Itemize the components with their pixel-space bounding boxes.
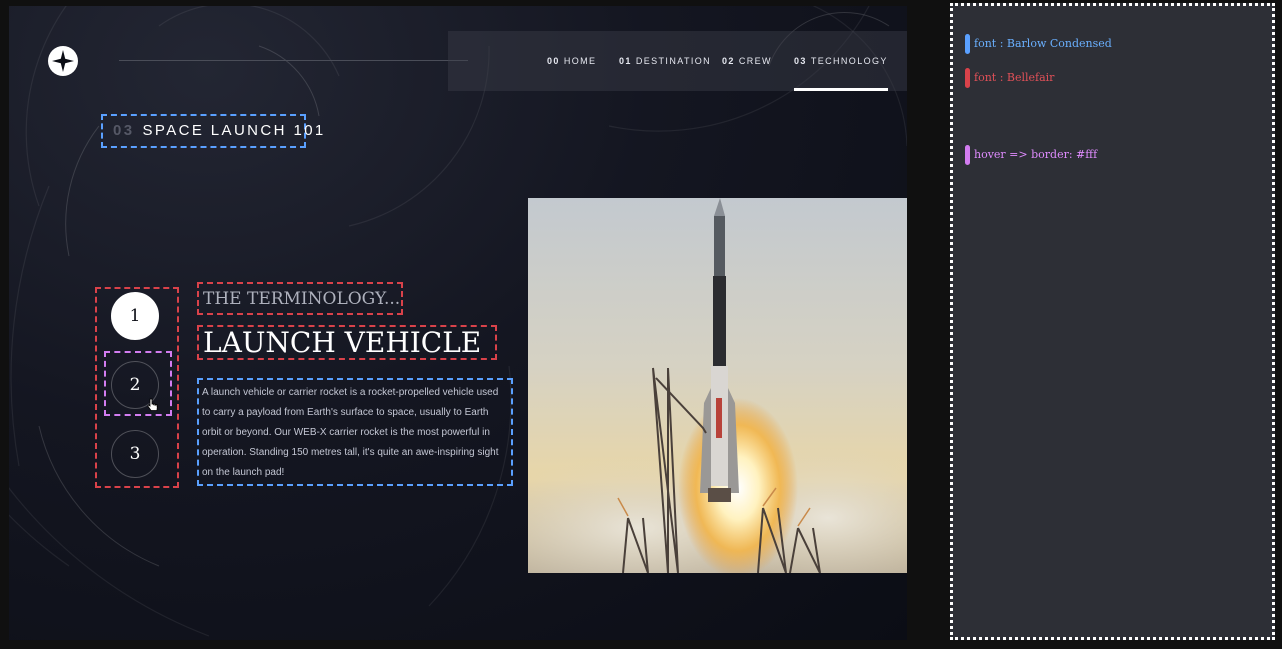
slide-button-1[interactable]: 1 [111,292,159,340]
nav-item-destination[interactable]: 01 DESTINATION [619,31,711,91]
note-marker [965,68,970,88]
star-icon [52,50,74,72]
note-text: hover => border: #fff [974,148,1098,161]
slide-button-3[interactable]: 3 [111,430,159,478]
nav-label: DESTINATION [635,56,712,66]
hover-highlight [104,351,172,416]
notes-panel: font : Barlow Condensed font : Bellefair… [950,3,1275,640]
nav-number: 02 [722,56,735,66]
design-canvas: 00 HOME 01 DESTINATION 02 CREW 03 TECHNOLOGY… [9,6,907,640]
hand-cursor-icon [147,398,158,411]
nav-number: 01 [619,56,632,66]
nav-number: 00 [547,56,560,66]
nav-label: HOME [563,56,597,66]
navbar: 00 HOME 01 DESTINATION 02 CREW 03 TECHNOLOGY [448,31,907,91]
header-divider [119,60,468,61]
vehicle-title: LAUNCH VEHICLE [197,325,497,360]
rocket-launch-image [528,198,907,573]
subheading: THE TERMINOLOGY... [197,282,403,315]
logo[interactable] [48,46,78,76]
page-heading: 03 SPACE LAUNCH 101 [101,114,323,148]
note-text: font : Barlow Condensed [974,37,1112,50]
nav-item-home[interactable]: 00 HOME [547,31,596,91]
note-marker [965,145,970,165]
vehicle-description: A launch vehicle or carrier rocket is a … [197,378,513,486]
nav-number: 03 [794,56,807,66]
nav-item-technology[interactable]: 03 TECHNOLOGY [794,31,888,91]
note-marker [965,34,970,54]
page-heading-number: 03 [113,122,135,139]
nav-item-crew[interactable]: 02 CREW [722,31,772,91]
note-text: font : Bellefair [974,71,1055,84]
nav-label: TECHNOLOGY [810,56,888,66]
nav-label: CREW [738,56,772,66]
page-heading-text: SPACE LAUNCH 101 [142,122,326,139]
